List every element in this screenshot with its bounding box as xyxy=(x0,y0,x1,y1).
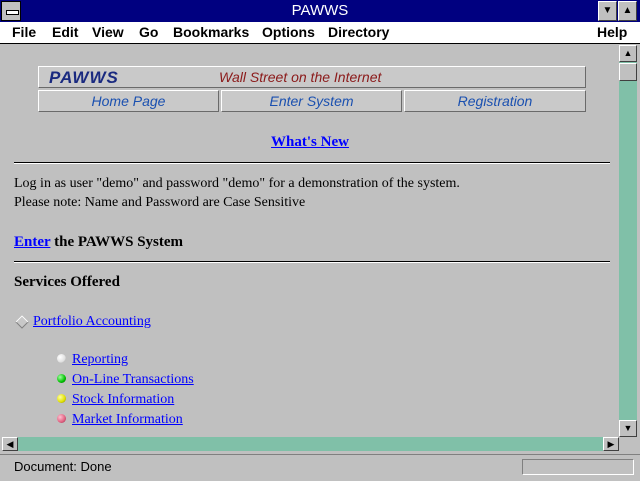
minimize-button[interactable]: ▼ xyxy=(598,1,617,21)
divider xyxy=(14,261,610,263)
page-content: PAWWS Wall Street on the Internet Home P… xyxy=(2,45,618,437)
bullet-icon xyxy=(57,354,66,363)
progress-well xyxy=(522,459,634,475)
case-sensitive-note: Please note: Name and Password are Case … xyxy=(14,195,306,210)
reporting-link[interactable]: Reporting xyxy=(72,352,128,367)
enter-line: Enter the PAWWS System xyxy=(14,234,183,251)
window-title: PAWWS xyxy=(291,2,349,19)
menu-go[interactable]: Go xyxy=(139,24,158,40)
menu-edit[interactable]: Edit xyxy=(52,24,78,40)
maximize-button[interactable]: ▲ xyxy=(618,1,637,21)
menu-help[interactable]: Help xyxy=(597,24,627,40)
scroll-down-button[interactable]: ▼ xyxy=(619,420,637,437)
bullet-icon xyxy=(57,414,66,423)
bullet-icon xyxy=(57,394,66,403)
banner-tagline: Wall Street on the Internet xyxy=(219,69,382,85)
status-text: Document: Done xyxy=(14,459,112,474)
scroll-right-button[interactable]: ▶ xyxy=(603,437,619,451)
pawws-logo: PAWWS xyxy=(49,68,119,87)
horizontal-scrollbar[interactable]: ◀ ▶ xyxy=(2,437,619,451)
menu-bookmarks[interactable]: Bookmarks xyxy=(173,24,249,40)
menu-options[interactable]: Options xyxy=(262,24,315,40)
services-heading: Services Offered xyxy=(14,274,120,290)
pawws-banner: PAWWS Wall Street on the Internet Home P… xyxy=(38,66,586,114)
portfolio-accounting-link[interactable]: Portfolio Accounting xyxy=(33,314,151,329)
menu-bar: File Edit View Go Bookmarks Options Dire… xyxy=(0,22,640,44)
menu-view[interactable]: View xyxy=(92,24,124,40)
enter-system-button[interactable]: Enter System xyxy=(221,90,402,112)
online-transactions-link[interactable]: On-Line Transactions xyxy=(72,372,194,387)
scroll-up-button[interactable]: ▲ xyxy=(619,45,637,62)
divider xyxy=(14,162,610,164)
menu-file[interactable]: File xyxy=(12,24,36,40)
title-bar: PAWWS ▼ ▲ xyxy=(0,0,640,22)
banner-header: PAWWS Wall Street on the Internet xyxy=(38,66,586,88)
scroll-left-button[interactable]: ◀ xyxy=(2,437,18,451)
menu-directory[interactable]: Directory xyxy=(328,24,389,40)
stock-information-link[interactable]: Stock Information xyxy=(72,392,174,407)
login-instructions: Log in as user "demo" and password "demo… xyxy=(14,176,460,191)
whats-new-link[interactable]: What's New xyxy=(271,134,349,150)
status-bar: Document: Done xyxy=(0,454,640,481)
registration-button[interactable]: Registration xyxy=(404,90,586,112)
enter-link[interactable]: Enter xyxy=(14,234,50,250)
enter-line-text: the PAWWS System xyxy=(50,234,184,250)
market-information-link[interactable]: Market Information xyxy=(72,412,183,427)
bullet-icon xyxy=(57,374,66,383)
vertical-scrollbar[interactable]: ▲ ▼ xyxy=(619,45,637,437)
diamond-icon xyxy=(15,315,29,329)
home-page-button[interactable]: Home Page xyxy=(38,90,219,112)
scroll-thumb[interactable] xyxy=(619,63,637,81)
